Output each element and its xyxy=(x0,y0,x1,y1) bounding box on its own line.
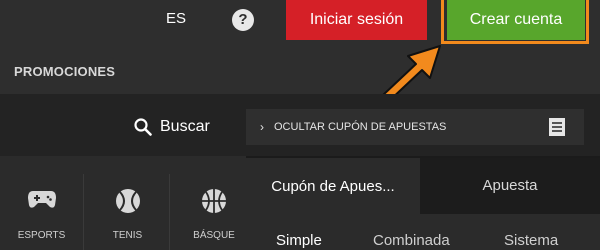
subtab-simple[interactable]: Simple xyxy=(276,232,322,249)
gamepad-icon xyxy=(27,191,56,208)
subtab-system[interactable]: Sistema xyxy=(504,232,558,249)
help-icon[interactable]: ? xyxy=(232,9,254,31)
basketball-icon xyxy=(202,189,226,213)
search-icon xyxy=(134,118,152,136)
hide-coupon-label: OCULTAR CUPÓN DE APUESTAS xyxy=(274,121,447,133)
betslip-document-icon xyxy=(549,118,565,136)
sport-tile-esports[interactable]: ESPORTS xyxy=(0,174,84,250)
promotions-link[interactable]: PROMOCIONES xyxy=(14,64,115,79)
hide-coupon-toggle[interactable]: › OCULTAR CUPÓN DE APUESTAS xyxy=(246,109,584,145)
login-button[interactable]: Iniciar sesión xyxy=(286,0,427,40)
sport-tile-label: ESPORTS xyxy=(17,230,66,241)
language-selector[interactable]: ES xyxy=(166,10,186,27)
sport-tile-label: TENIS xyxy=(112,230,143,241)
tab-coupon[interactable]: Cupón de Apues... xyxy=(248,163,418,215)
search-label: Buscar xyxy=(160,118,210,135)
subtab-combined[interactable]: Combinada xyxy=(373,232,450,249)
signup-button[interactable]: Crear cuenta xyxy=(447,0,585,40)
chevron-right-icon: › xyxy=(260,120,264,134)
tab-bet[interactable]: Apuesta xyxy=(420,158,600,214)
search-button[interactable]: Buscar xyxy=(134,118,210,136)
tennis-ball-icon xyxy=(115,189,140,213)
sport-tile-tennis[interactable]: TENIS xyxy=(86,174,170,250)
